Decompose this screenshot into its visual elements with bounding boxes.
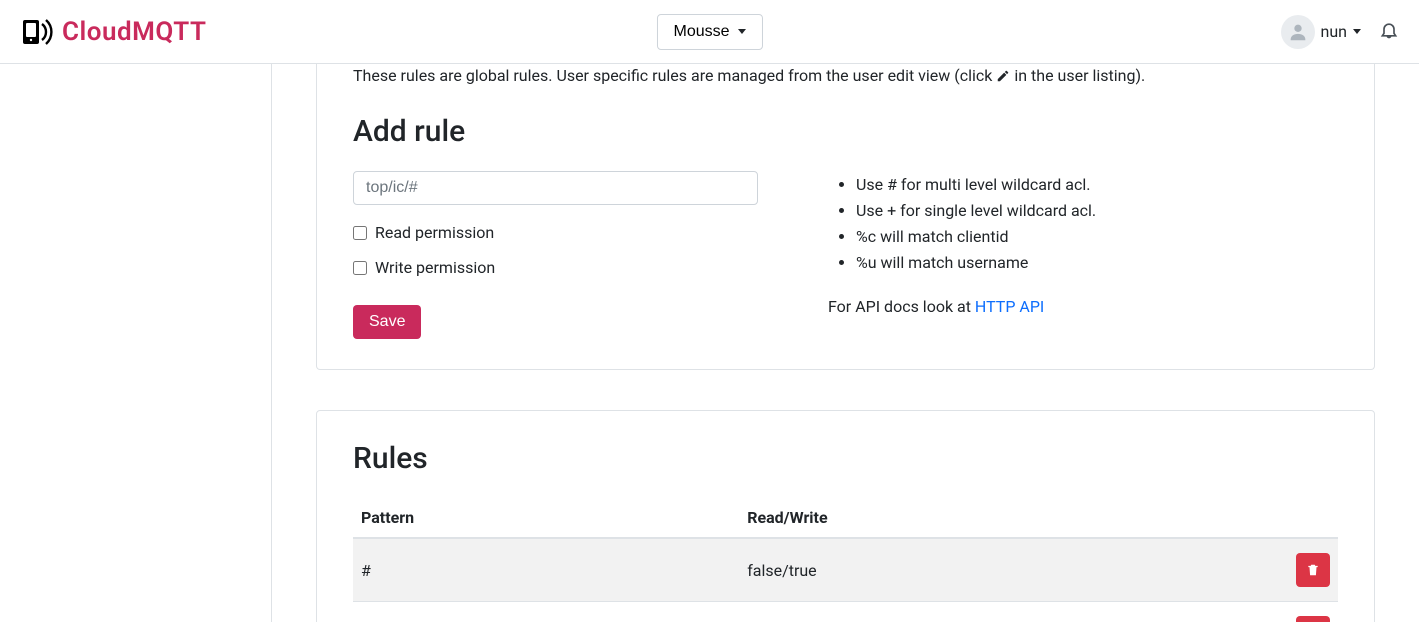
- cell-pattern: test: [353, 602, 739, 622]
- instance-dropdown[interactable]: Mousse: [656, 14, 762, 50]
- write-permission-row[interactable]: Write permission: [353, 258, 758, 277]
- cell-actions: [1278, 602, 1338, 622]
- add-rule-form-row: Read permission Write permission Save Us…: [353, 171, 1338, 339]
- cell-readwrite: true/true: [739, 602, 1278, 622]
- notifications-icon[interactable]: [1379, 20, 1399, 44]
- intro-after: in the user listing).: [1014, 66, 1145, 85]
- rules-heading: Rules: [353, 441, 1338, 476]
- help-item: %u will match username: [856, 251, 1338, 275]
- intro-text: These rules are global rules. User speci…: [353, 64, 1338, 90]
- col-pattern: Pattern: [353, 498, 739, 538]
- help-item: Use # for multi level wildcard acl.: [856, 173, 1338, 197]
- help-column: Use # for multi level wildcard acl. Use …: [828, 171, 1338, 339]
- trash-icon: [1306, 562, 1320, 578]
- caret-down-icon: [1353, 29, 1361, 34]
- delete-rule-button[interactable]: [1296, 616, 1330, 622]
- add-rule-card: These rules are global rules. User speci…: [316, 64, 1375, 370]
- pattern-input[interactable]: [353, 171, 758, 205]
- username-label: nun: [1321, 22, 1348, 41]
- read-permission-label: Read permission: [375, 223, 494, 242]
- col-readwrite: Read/Write: [739, 498, 1278, 538]
- brand-name: CloudMQTT: [62, 17, 206, 47]
- table-row: # false/true: [353, 538, 1338, 602]
- add-rule-heading: Add rule: [353, 114, 1338, 149]
- main-content: These rules are global rules. User speci…: [272, 64, 1419, 622]
- write-permission-label: Write permission: [375, 258, 495, 277]
- save-button[interactable]: Save: [353, 305, 421, 339]
- rules-table: Pattern Read/Write # false/true: [353, 498, 1338, 622]
- cloudmqtt-logo-icon: [20, 14, 56, 50]
- topbar: CloudMQTT Mousse nun: [0, 0, 1419, 64]
- layout: These rules are global rules. User speci…: [0, 64, 1419, 622]
- help-list: Use # for multi level wildcard acl. Use …: [828, 173, 1338, 275]
- intro-before: These rules are global rules. User speci…: [353, 66, 996, 85]
- add-rule-form: Read permission Write permission Save: [353, 171, 758, 339]
- delete-rule-button[interactable]: [1296, 553, 1330, 587]
- sidebar: [0, 64, 272, 622]
- instance-dropdown-label: Mousse: [673, 23, 729, 41]
- table-header-row: Pattern Read/Write: [353, 498, 1338, 538]
- caret-down-icon: [738, 29, 746, 34]
- help-item: Use + for single level wildcard acl.: [856, 199, 1338, 223]
- rules-card: Rules Pattern Read/Write # false/true: [316, 410, 1375, 622]
- read-permission-row[interactable]: Read permission: [353, 223, 758, 242]
- cell-readwrite: false/true: [739, 538, 1278, 602]
- help-item: %c will match clientid: [856, 225, 1338, 249]
- brand-logo[interactable]: CloudMQTT: [20, 14, 206, 50]
- pencil-icon: [996, 66, 1010, 90]
- api-prefix: For API docs look at: [828, 297, 975, 316]
- cell-actions: [1278, 538, 1338, 602]
- user-menu[interactable]: nun: [1281, 15, 1362, 49]
- avatar: [1281, 15, 1315, 49]
- write-permission-checkbox[interactable]: [353, 261, 367, 275]
- col-actions: [1278, 498, 1338, 538]
- http-api-link[interactable]: HTTP API: [975, 297, 1044, 316]
- api-docs-line: For API docs look at HTTP API: [828, 295, 1338, 319]
- read-permission-checkbox[interactable]: [353, 226, 367, 240]
- cell-pattern: #: [353, 538, 739, 602]
- right-nav: nun: [1281, 15, 1400, 49]
- table-row: test true/true: [353, 602, 1338, 622]
